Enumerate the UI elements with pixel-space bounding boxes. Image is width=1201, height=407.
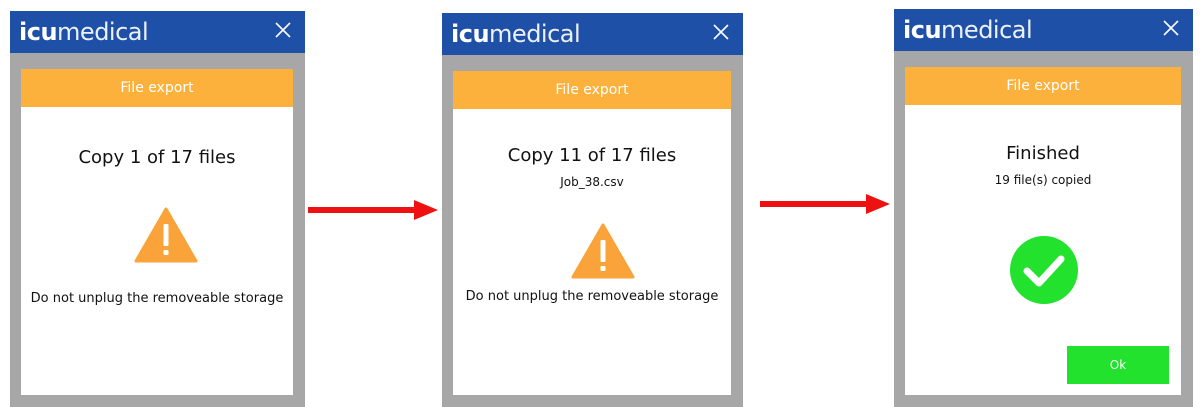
- icu-medical-logo: icumedical: [19, 18, 149, 46]
- icu-medical-logo: icumedical: [903, 16, 1033, 44]
- dialog-header: File export: [21, 69, 293, 107]
- finished-title: Finished: [1006, 143, 1080, 164]
- arrow-right-icon: [760, 194, 890, 214]
- close-icon[interactable]: [1159, 16, 1183, 40]
- file-export-dialog: File export Copy 11 of 17 files Job_38.c…: [453, 71, 731, 395]
- title-bar: icumedical: [442, 13, 743, 55]
- ok-button[interactable]: Ok: [1067, 346, 1169, 384]
- dialog-header: File export: [905, 67, 1181, 105]
- title-bar: icumedical: [894, 9, 1193, 51]
- dialog-header: File export: [453, 71, 731, 109]
- file-export-dialog: File export Finished 19 file(s) copied O…: [905, 67, 1181, 395]
- warning-icon: [571, 223, 635, 279]
- warning-icon: [134, 207, 198, 263]
- warning-message: Do not unplug the removeable storage: [30, 291, 284, 306]
- close-icon[interactable]: [271, 18, 295, 42]
- title-bar: icumedical: [10, 11, 305, 53]
- current-file-name: Job_38.csv: [560, 175, 624, 189]
- close-icon[interactable]: [709, 20, 733, 44]
- icu-medical-logo: icumedical: [451, 20, 581, 48]
- copy-progress-title: Copy 1 of 17 files: [78, 147, 236, 168]
- files-copied-count: 19 file(s) copied: [994, 173, 1092, 187]
- screen-finished: icumedical File export Finished 19 file(…: [894, 9, 1193, 407]
- screen-copy-progress: icumedical File export Copy 11 of 17 fil…: [442, 13, 743, 407]
- copy-progress-title: Copy 11 of 17 files: [507, 145, 677, 166]
- warning-message: Do not unplug the removeable storage: [465, 289, 719, 304]
- file-export-dialog: File export Copy 1 of 17 files Do not un…: [21, 69, 293, 395]
- arrow-right-icon: [308, 200, 438, 220]
- screen-copy-start: icumedical File export Copy 1 of 17 file…: [10, 11, 305, 407]
- checkmark-icon: [1010, 236, 1078, 304]
